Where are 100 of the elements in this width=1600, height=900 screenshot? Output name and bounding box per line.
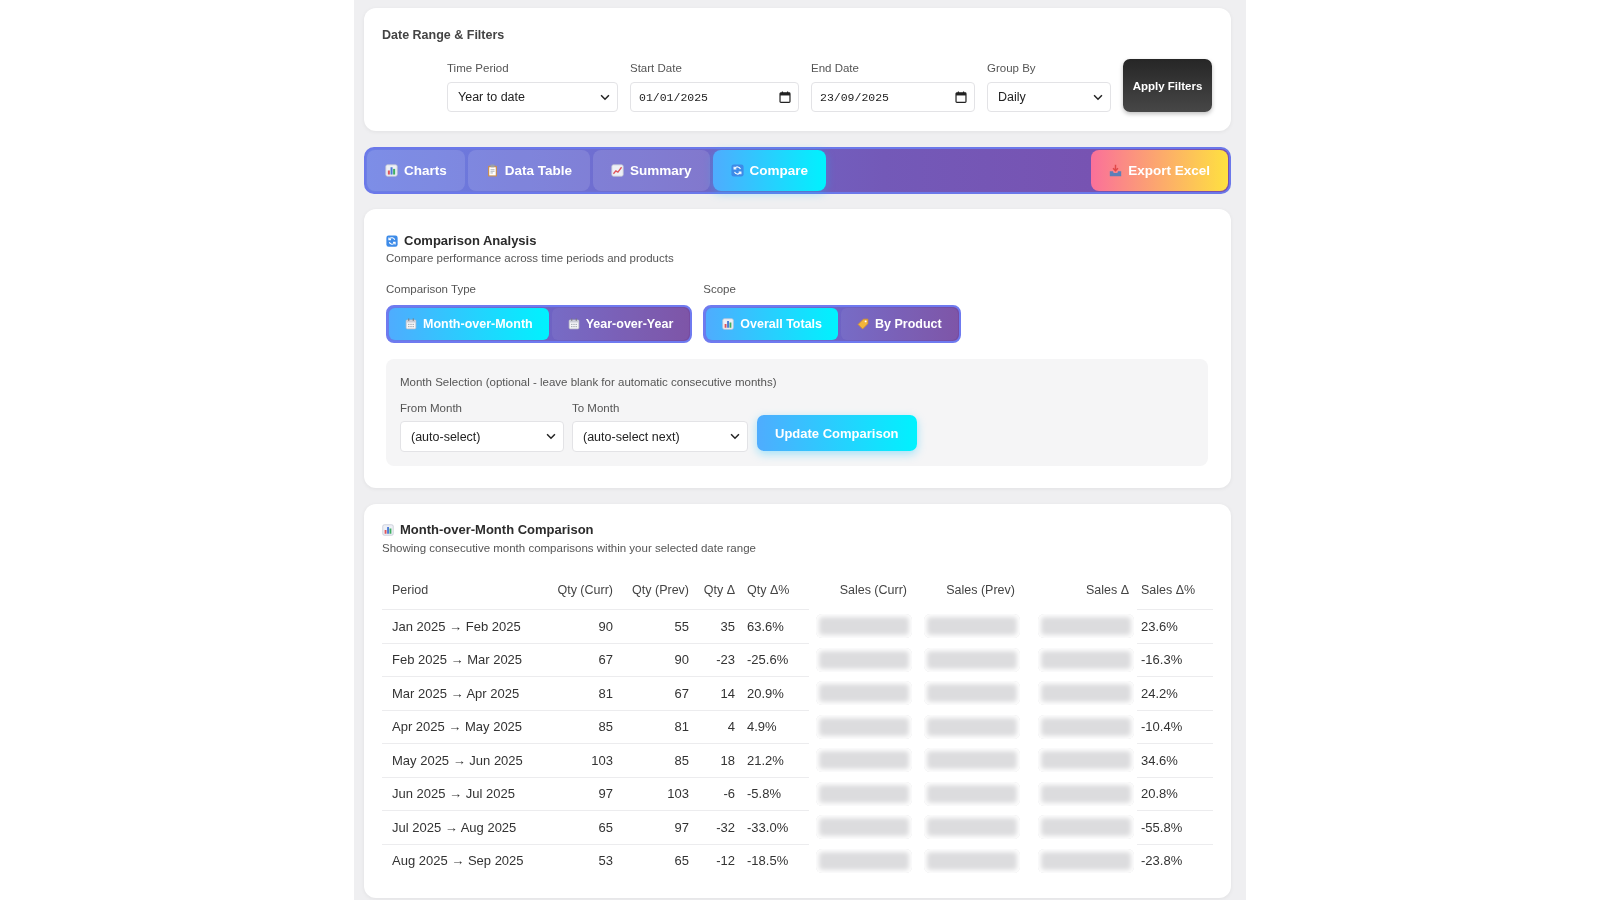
table-cell: Apr 2025 → May 2025 xyxy=(382,710,529,744)
table-cell: 103 xyxy=(621,777,697,811)
chevron-down-icon xyxy=(600,93,610,101)
panel-note: Month Selection (optional - leave blank for automatic consecutive months) xyxy=(400,375,778,389)
table-cell: 63.6% xyxy=(743,610,809,644)
date-field[interactable]: 01/01/2025 xyxy=(630,82,799,112)
table-cell: 14 xyxy=(697,677,743,711)
select-field[interactable]: (auto-select next) xyxy=(572,421,748,452)
table-cell: 24.2% xyxy=(1137,677,1213,711)
column-header: Sales Δ% xyxy=(1137,571,1213,610)
column-header: Qty (Curr) xyxy=(529,571,621,610)
table-cell: 4 xyxy=(697,710,743,744)
chevron-down-icon xyxy=(730,433,740,440)
table-cell: Feb 2025 → Mar 2025 xyxy=(382,643,529,677)
table-cell: 4.9% xyxy=(743,710,809,744)
section-title: Comparison Analysis xyxy=(404,233,537,249)
calendar-icon xyxy=(405,318,417,330)
refresh-icon xyxy=(730,164,744,177)
field-label: Start Date xyxy=(630,61,683,75)
field-label: From Month xyxy=(400,401,463,415)
table-cell: Mar 2025 → Apr 2025 xyxy=(382,677,529,711)
line-chart-icon xyxy=(611,164,625,177)
refresh-icon xyxy=(386,235,398,247)
table-cell: 34.6% xyxy=(1137,744,1213,778)
table-cell: 97 xyxy=(621,811,697,845)
column-header: Qty Δ xyxy=(697,571,743,610)
field-label: Group By xyxy=(987,61,1037,75)
table-cell: 65 xyxy=(529,811,621,845)
calendar-icon xyxy=(779,91,791,103)
table-cell: 20.9% xyxy=(743,677,809,711)
table-cell: -23 xyxy=(697,643,743,677)
chevron-down-icon xyxy=(546,433,556,440)
table-cell: 90 xyxy=(621,643,697,677)
column-header: Qty Δ% xyxy=(743,571,809,610)
apply-filters-button[interactable]: Apply Filters xyxy=(1123,59,1212,112)
table-cell: -16.3% xyxy=(1137,643,1213,677)
section-subtitle: Showing consecutive month comparisons within your selected date range xyxy=(382,541,757,555)
section-title: Date Range & Filters xyxy=(382,28,506,42)
tab[interactable]: Summary xyxy=(593,150,710,191)
section-subtitle: Compare performance across time periods and products xyxy=(386,251,675,265)
column-header: Sales (Prev) xyxy=(945,582,1016,599)
table-cell: -10.4% xyxy=(1137,710,1213,744)
table-cell: Jun 2025 → Jul 2025 xyxy=(382,777,529,811)
table-cell: 67 xyxy=(529,643,621,677)
calendar-icon xyxy=(955,91,967,103)
segment-option[interactable]: By Product xyxy=(841,308,958,340)
date-field[interactable]: 23/09/2025 xyxy=(811,82,975,112)
table-cell-text: -12 xyxy=(715,852,736,871)
table-cell: -33.0% xyxy=(743,811,809,845)
field-label: Comparison Type xyxy=(386,282,477,296)
table-cell: 20.8% xyxy=(1137,777,1213,811)
table-cell: May 2025 → Jun 2025 xyxy=(382,744,529,778)
table-cell: 81 xyxy=(529,677,621,711)
column-header: Sales (Curr) xyxy=(838,582,908,599)
segment-option[interactable]: Year-over-Year xyxy=(551,308,690,340)
tray-download-icon xyxy=(1109,164,1123,177)
table-cell: 85 xyxy=(621,744,697,778)
table-cell: 81 xyxy=(621,710,697,744)
table-cell: -5.8% xyxy=(743,777,809,811)
bar-chart-icon xyxy=(722,318,735,330)
select-field[interactable]: Daily xyxy=(987,82,1111,112)
table-cell: -55.8% xyxy=(1137,811,1213,845)
field-label: To Month xyxy=(572,401,621,415)
table-cell: -25.6% xyxy=(743,643,809,677)
field-label: End Date xyxy=(811,61,860,75)
table-cell: 55 xyxy=(621,610,697,644)
table-cell-text: -23.8% xyxy=(1140,852,1184,871)
section-title: Month-over-Month Comparison xyxy=(400,522,594,538)
calendar-icon xyxy=(567,318,580,330)
table-cell-text: 65 xyxy=(673,852,690,871)
bar-chart-icon xyxy=(385,164,398,177)
table-cell: 85 xyxy=(529,710,621,744)
field-label: Time Period xyxy=(447,61,510,75)
clipboard-icon xyxy=(485,164,499,177)
select-field[interactable]: Year to date xyxy=(447,82,618,112)
field-label: Scope xyxy=(703,282,737,296)
tab[interactable]: Charts xyxy=(367,150,465,191)
tag-icon xyxy=(857,318,869,330)
table-cell: -6 xyxy=(697,777,743,811)
bar-chart-icon xyxy=(382,524,394,536)
table-cell: Jan 2025 → Feb 2025 xyxy=(382,610,529,644)
select-field[interactable]: (auto-select) xyxy=(400,421,564,452)
table-cell: 103 xyxy=(529,744,621,778)
column-header: Sales Δ xyxy=(1084,582,1130,599)
table-cell-text: Aug 2025 → Sep 2025 xyxy=(391,852,525,871)
table-cell: 18 xyxy=(697,744,743,778)
table-cell: -32 xyxy=(697,811,743,845)
table-cell: 90 xyxy=(529,610,621,644)
table-cell: Jul 2025 → Aug 2025 xyxy=(382,811,529,845)
table-cell: 21.2% xyxy=(743,744,809,778)
column-header: Period xyxy=(382,571,529,610)
column-header: Qty (Prev) xyxy=(621,571,697,610)
table-cell: 35 xyxy=(697,610,743,644)
table-cell: 97 xyxy=(529,777,621,811)
table-cell-text: 53 xyxy=(597,852,614,871)
chevron-down-icon xyxy=(1093,93,1103,101)
table-cell: 67 xyxy=(621,677,697,711)
table-cell: 23.6% xyxy=(1137,610,1213,644)
tab[interactable]: Data Table xyxy=(467,150,591,191)
table-cell-text: -18.5% xyxy=(746,852,790,871)
